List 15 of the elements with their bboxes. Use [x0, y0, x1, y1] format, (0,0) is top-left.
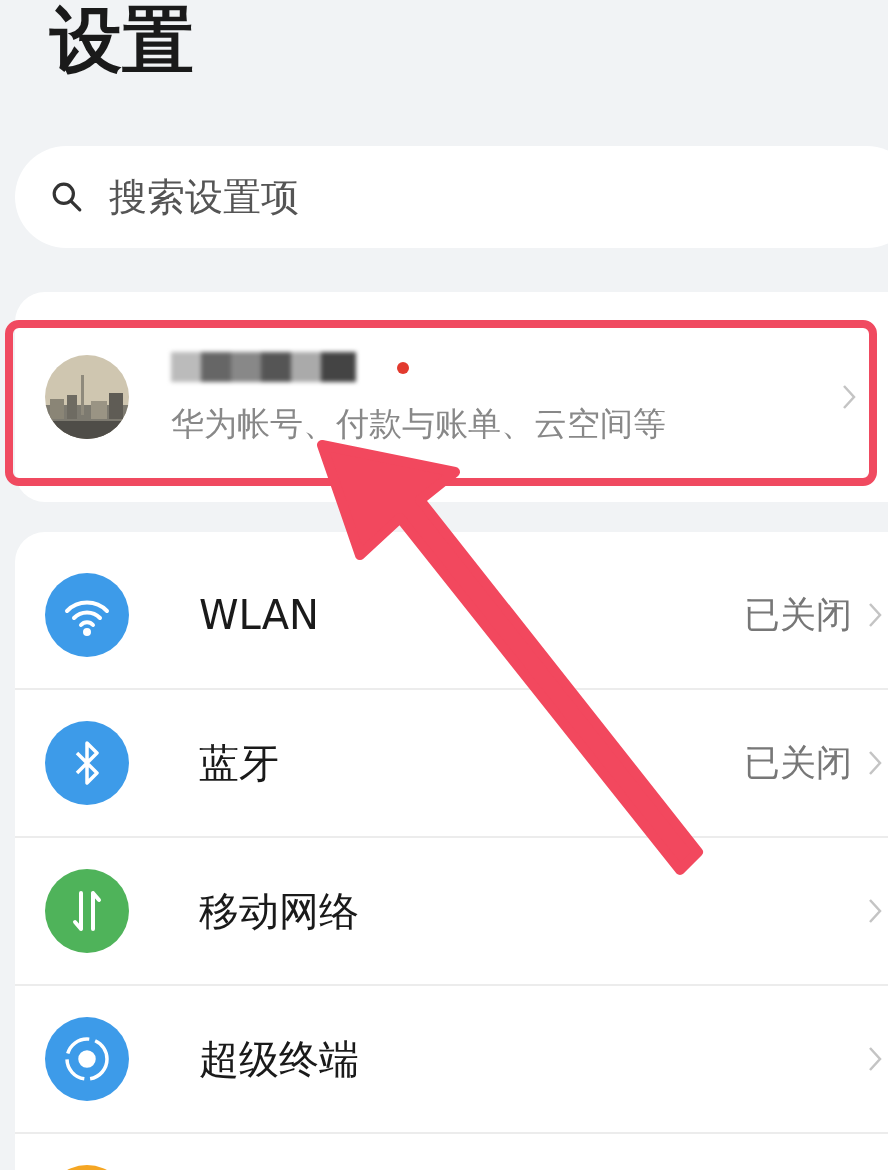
- setting-label[interactable]: WLAN: [199, 592, 320, 638]
- setting-label[interactable]: 超级终端: [199, 1031, 359, 1087]
- account-subtitle: 华为帐号、付款与账单、云空间等: [171, 402, 667, 445]
- chevron-icon: [868, 602, 882, 628]
- chevron-icon: [868, 750, 882, 776]
- search-input[interactable]: 搜索设置项: [107, 174, 511, 220]
- setting-status: 已关闭: [744, 740, 852, 785]
- page-title: 设置: [48, 0, 195, 76]
- setting-status: 已关闭: [744, 592, 852, 637]
- search-icon: [51, 181, 83, 213]
- chevron-icon: [868, 898, 882, 924]
- chevron-icon: [868, 1046, 882, 1072]
- setting-label[interactable]: 移动网络: [199, 883, 359, 939]
- setting-label[interactable]: 蓝牙: [199, 735, 279, 791]
- chevron-icon: [842, 384, 856, 410]
